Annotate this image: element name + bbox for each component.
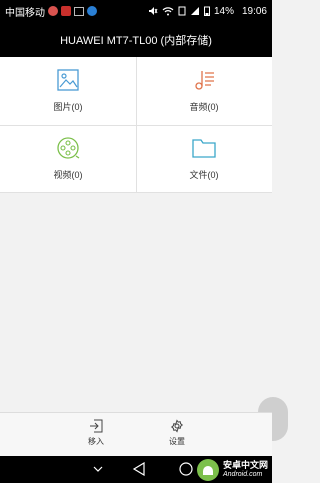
category-video[interactable]: 视频(0) [0,125,136,193]
clock: 19:06 [241,5,267,17]
wifi-icon [162,7,174,16]
move-in-button[interactable]: 移入 [76,419,116,453]
sim-icon [178,6,186,16]
watermark-cn: 安卓中文网 [223,460,269,470]
video-icon [57,137,80,159]
mute-icon [148,7,158,15]
music-icon [195,71,214,90]
folder-icon [192,139,216,158]
category-pictures[interactable]: 图片(0) [0,57,136,125]
title-bar: HUAWEI MT7-TL00 (内部存储) [0,22,272,57]
picture-icon [57,69,79,91]
watermark-logo: 安卓中文网 Android.com [196,457,272,483]
image-icon [74,6,84,16]
z-app-icon [61,6,71,16]
content-area: 图片(0) 音频(0) 视频(0) 文件(0) [0,57,288,441]
bottom-action-bar: 移入 设置 [0,412,272,456]
page-title: HUAWEI MT7-TL00 (内部存储) [60,34,212,47]
move-in-label: 移入 [88,437,104,446]
bluetooth-icon [87,6,97,16]
category-files[interactable]: 文件(0) [136,125,272,193]
home-icon[interactable] [179,462,193,476]
chevron-down-icon[interactable] [93,465,103,473]
battery-icon [203,6,210,16]
settings-label: 设置 [169,437,185,446]
category-label: 图片(0) [53,102,83,112]
status-bar: 中国移动 14% 19:06 [0,0,272,22]
watermark-en: Android.com [223,471,263,478]
category-label: 文件(0) [189,170,219,180]
category-label: 视频(0) [53,170,83,180]
battery-percent: 14% [213,5,234,17]
carrier-label: 中国移动 [5,7,45,19]
app-notification-icon [48,6,58,16]
category-audio[interactable]: 音频(0) [136,57,272,125]
import-icon [90,419,103,433]
gear-icon [171,419,183,433]
signal-icon [190,7,199,15]
android-logo-icon [197,459,219,481]
category-label: 音频(0) [189,102,219,112]
settings-button[interactable]: 设置 [157,419,197,453]
back-icon[interactable] [132,462,146,476]
category-grid: 图片(0) 音频(0) 视频(0) 文件(0) [0,57,272,193]
